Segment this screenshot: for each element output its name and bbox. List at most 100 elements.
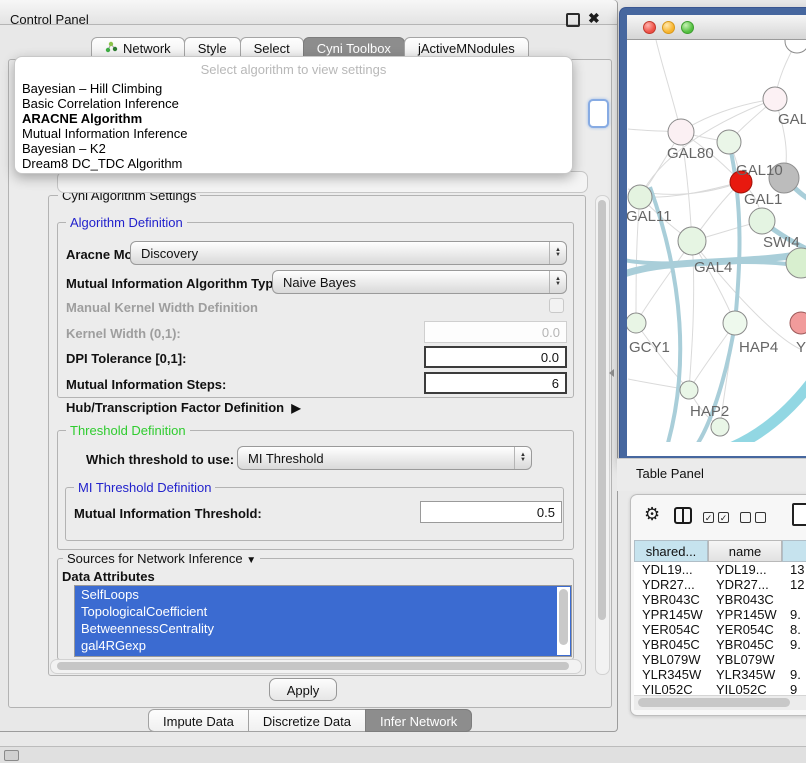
algorithm-option[interactable]: Bayesian – K2 <box>15 141 572 156</box>
minimized-panel-icon[interactable] <box>4 750 19 761</box>
algorithm-option[interactable]: ARACNE Algorithm <box>15 111 572 126</box>
network-node[interactable] <box>763 87 787 111</box>
table-row[interactable]: YBR045CYBR045C9. <box>634 637 806 652</box>
kernel-width-field[interactable]: 0.0 <box>424 321 567 343</box>
attributes-scrollbar[interactable] <box>557 587 570 655</box>
table-cell: 9. <box>782 667 806 682</box>
table-cell: YLR345W <box>708 667 782 682</box>
network-edge[interactable] <box>656 40 681 132</box>
dpi-tolerance-field[interactable]: 0.0 <box>424 346 567 368</box>
network-node[interactable] <box>680 381 698 399</box>
table-body: YDL19...YDL19...13YDR27...YDR27...12YBR0… <box>634 562 806 698</box>
column-header[interactable]: shared... <box>634 540 708 562</box>
data-attributes-label: Data Attributes <box>62 569 155 584</box>
close-traffic-light[interactable] <box>643 21 656 34</box>
network-node[interactable] <box>668 119 694 145</box>
mi-steps-label: Mutual Information Steps: <box>66 377 226 392</box>
close-icon[interactable]: ✖ <box>588 10 600 27</box>
manual-kernel-checkbox[interactable] <box>549 298 564 313</box>
apply-button[interactable]: Apply <box>269 678 337 701</box>
table-cell: YDR27... <box>708 577 782 592</box>
zoom-traffic-light[interactable] <box>681 21 694 34</box>
bottom-tab-impute-data[interactable]: Impute Data <box>148 709 249 732</box>
settings-vertical-scrollbar-thumb[interactable] <box>598 200 606 620</box>
network-node[interactable] <box>717 130 741 154</box>
float-window-icon[interactable] <box>566 13 580 27</box>
node-label: GAL1 <box>744 191 782 208</box>
data-attributes-list: SelfLoopsTopologicalCoefficientBetweenne… <box>74 585 572 657</box>
network-edge[interactable] <box>720 375 806 442</box>
network-node[interactable] <box>790 312 806 334</box>
tab-label: Cyni Toolbox <box>317 41 391 56</box>
control-panel-titlebar[interactable]: Control Panel ✖ <box>0 0 617 25</box>
gear-icon[interactable]: ⚙ <box>644 504 660 525</box>
deselect-all-icon[interactable] <box>740 512 766 523</box>
settings-horizontal-scrollbar-thumb[interactable] <box>57 662 569 670</box>
network-node[interactable] <box>627 313 646 333</box>
network-edge[interactable] <box>640 182 741 197</box>
table-cell <box>782 592 806 607</box>
table-row[interactable]: YBL079WYBL079W <box>634 652 806 667</box>
network-canvas[interactable]: GALGAL80GAL10GAL1GAL11SWI4GAL4GCY1HAP4YH… <box>627 40 806 442</box>
algorithm-option[interactable]: Bayesian – Hill Climbing <box>15 81 572 96</box>
bottom-tab-infer-network[interactable]: Infer Network <box>365 709 472 732</box>
table-row[interactable]: YDR27...YDR27...12 <box>634 577 806 592</box>
columns-icon[interactable] <box>674 507 692 524</box>
aracne-mode-combo[interactable]: Discovery ▲▼ <box>130 241 567 265</box>
table-row[interactable]: YBR043CYBR043C <box>634 592 806 607</box>
settings-horizontal-scrollbar[interactable] <box>50 659 582 674</box>
network-node[interactable] <box>711 418 729 436</box>
network-node[interactable] <box>749 208 775 234</box>
select-all-icon[interactable]: ✓✓ <box>703 512 729 523</box>
network-edge[interactable] <box>650 187 680 442</box>
table-horizontal-scrollbar[interactable] <box>634 695 806 710</box>
table-cell: 13 <box>782 562 806 577</box>
algorithm-option[interactable]: Mutual Information Inference <box>15 126 572 141</box>
tab-label: jActiveMNodules <box>418 41 515 56</box>
mi-type-combo[interactable]: Naive Bayes ▲▼ <box>272 270 567 294</box>
sources-toggle[interactable]: Sources for Network Inference ▼ <box>63 551 260 566</box>
node-label: GAL4 <box>694 259 732 276</box>
attribute-item[interactable]: gal4RGexp <box>75 637 571 654</box>
network-node[interactable] <box>786 248 806 278</box>
mi-steps-field[interactable]: 6 <box>424 372 567 394</box>
settings-vertical-scrollbar[interactable] <box>595 195 610 675</box>
network-node[interactable] <box>678 227 706 255</box>
which-threshold-label: Which threshold to use: <box>86 452 234 467</box>
column-header[interactable]: name <box>708 540 782 562</box>
attribute-item[interactable]: BetweennessCentrality <box>75 620 571 637</box>
which-threshold-value: MI Threshold <box>238 451 514 466</box>
stepper-icon: ▲▼ <box>514 447 531 469</box>
attributes-scrollbar-thumb[interactable] <box>559 589 568 645</box>
bottom-tab-discretize-data[interactable]: Discretize Data <box>248 709 366 732</box>
attribute-item[interactable]: SelfLoops <box>75 586 571 603</box>
minimize-traffic-light[interactable] <box>662 21 675 34</box>
table-row[interactable]: YDL19...YDL19...13 <box>634 562 806 577</box>
hub-definition-toggle[interactable]: Hub/Transcription Factor Definition ▶ <box>66 400 301 415</box>
table-row[interactable]: YPR145WYPR145W9. <box>634 607 806 622</box>
network-node[interactable] <box>723 311 747 335</box>
table-row[interactable]: YER054CYER054C8. <box>634 622 806 637</box>
attribute-item[interactable]: TopologicalCoefficient <box>75 603 571 620</box>
table-horizontal-scrollbar-thumb[interactable] <box>638 698 790 707</box>
background-combo[interactable] <box>57 171 588 193</box>
panel-collapse-arrow[interactable] <box>609 369 614 377</box>
attribute-item-partial[interactable] <box>75 654 571 657</box>
network-node[interactable] <box>628 185 652 209</box>
focused-combo-fragment[interactable] <box>588 99 609 128</box>
mi-threshold-field[interactable]: 0.5 <box>420 501 562 523</box>
algorithm-option[interactable]: Basic Correlation Inference <box>15 96 572 111</box>
which-threshold-combo[interactable]: MI Threshold ▲▼ <box>237 446 532 470</box>
file-icon[interactable] <box>792 503 806 526</box>
column-header[interactable]: A <box>782 540 806 562</box>
network-edge[interactable] <box>681 99 775 132</box>
mi-type-value: Naive Bayes <box>273 275 549 290</box>
network-window-titlebar[interactable] <box>627 15 806 40</box>
algorithm-option[interactable]: Dream8 DC_TDC Algorithm <box>15 156 572 171</box>
node-label: HAP2 <box>690 403 729 420</box>
tab-label: Network <box>123 41 171 56</box>
network-node[interactable] <box>785 40 806 53</box>
network-edge[interactable] <box>636 241 692 323</box>
table-row[interactable]: YLR345WYLR345W9. <box>634 667 806 682</box>
bottom-strip <box>0 746 806 763</box>
